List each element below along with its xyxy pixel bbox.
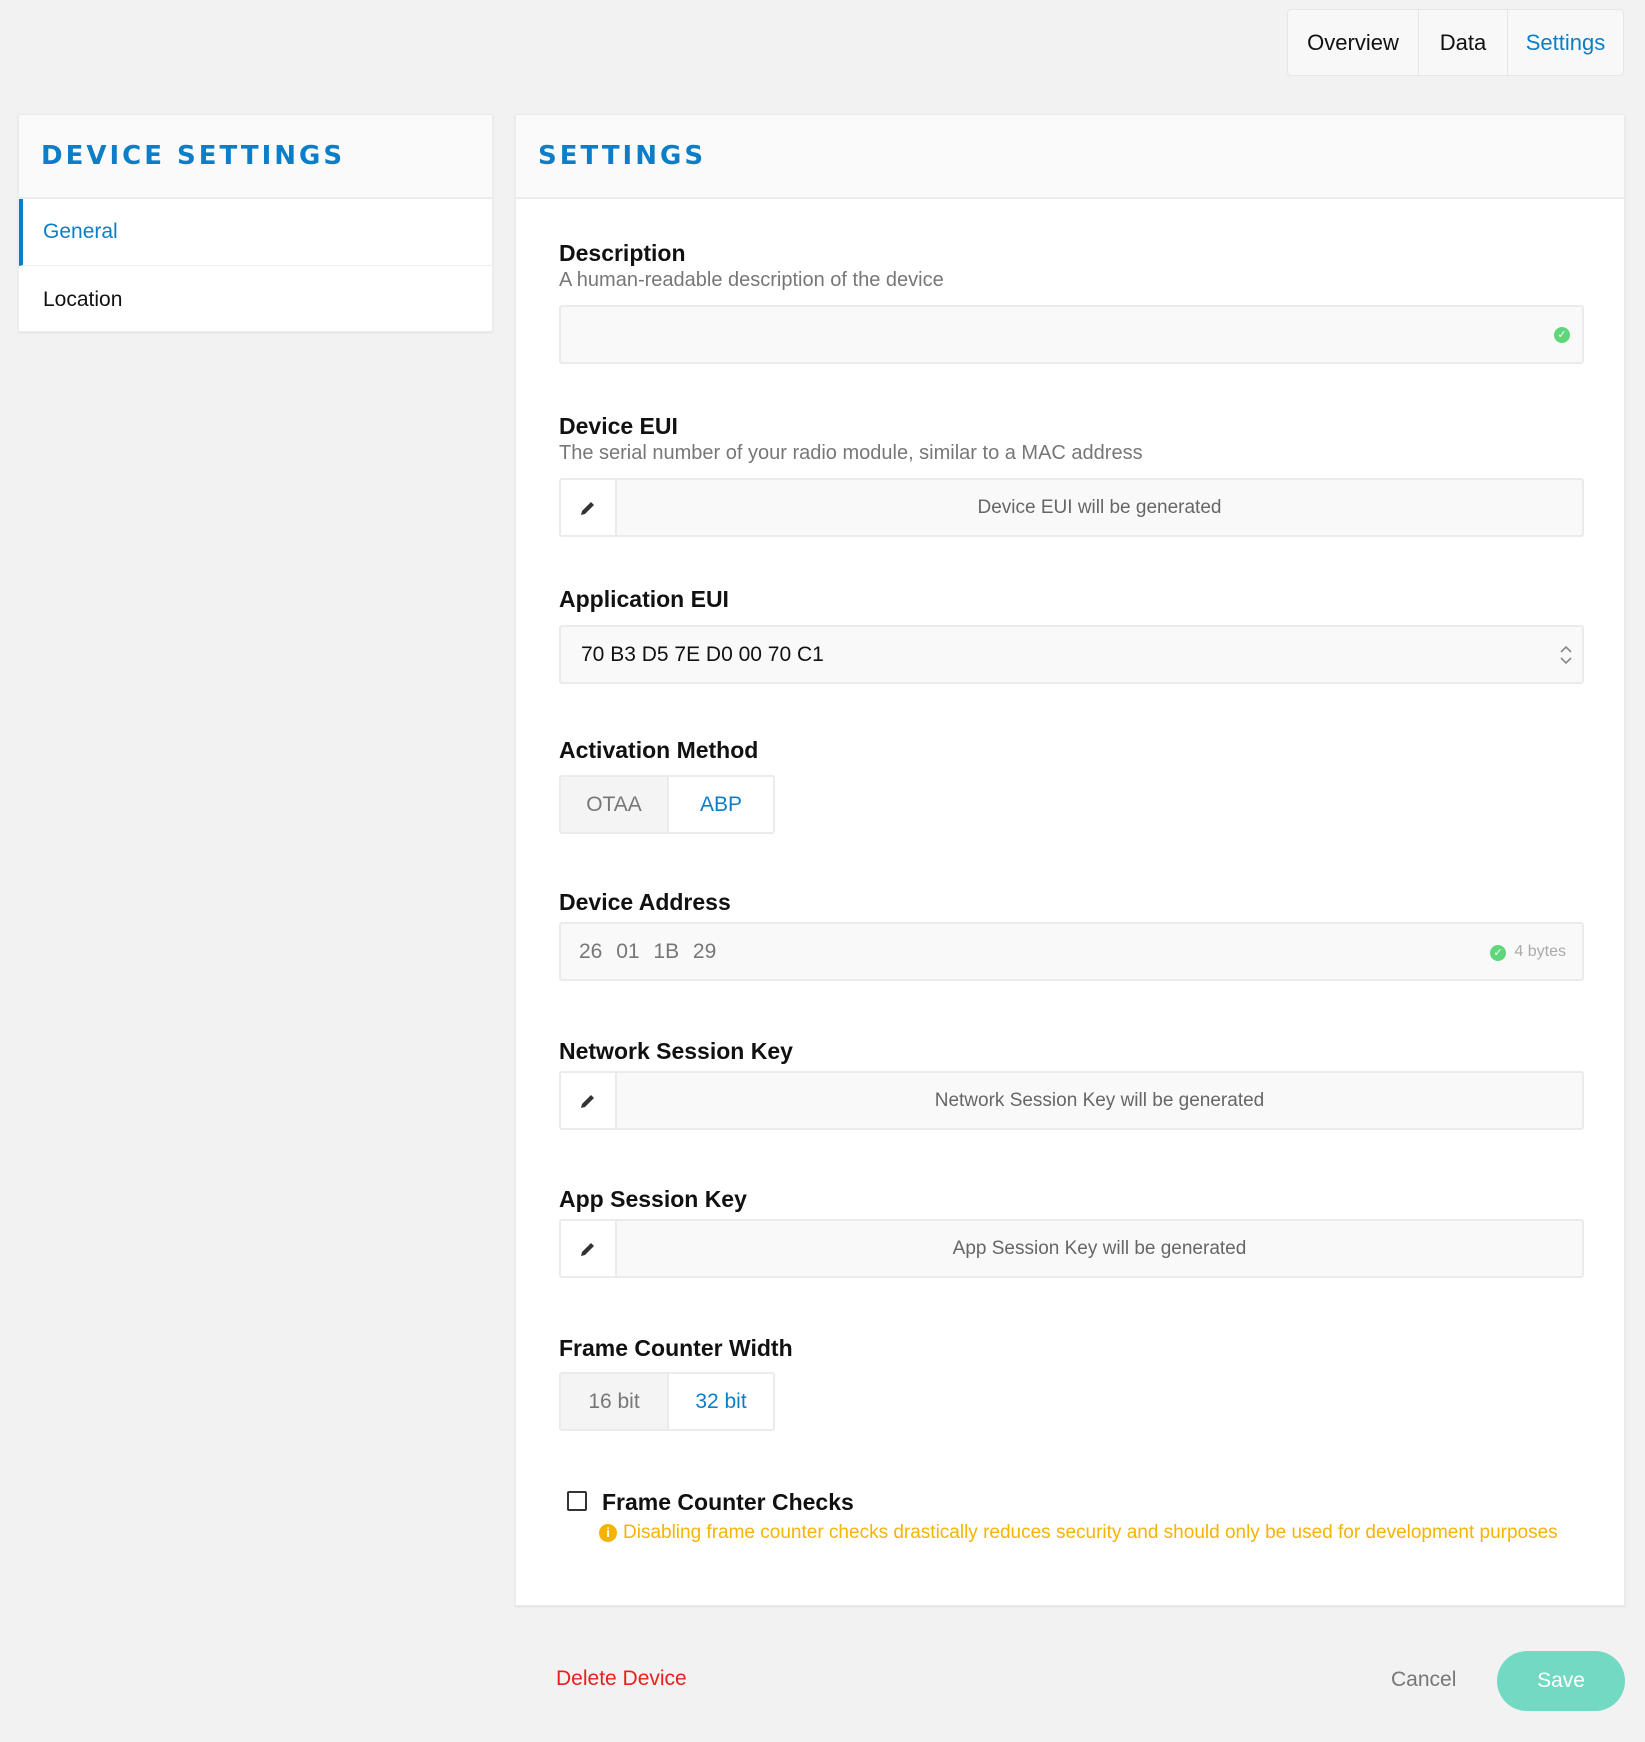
frame-counter-checks-label: Frame Counter Checks (602, 1489, 854, 1515)
app-session-key-label: App Session Key (559, 1186, 747, 1212)
frame-counter-warning-text: Disabling frame counter checks drastical… (623, 1522, 1558, 1543)
description-input[interactable] (561, 307, 1582, 362)
device-address-value: 26 01 1B 29 (579, 939, 717, 963)
delete-device-button[interactable]: Delete Device (556, 1667, 687, 1691)
frame-counter-checks-checkbox[interactable] (567, 1491, 587, 1511)
device-eui-input: Device EUI will be generated (559, 478, 1584, 537)
application-eui-select[interactable]: 70 B3 D5 7E D0 00 70 C1 (559, 625, 1584, 684)
32-bit-option[interactable]: 32 bit (667, 1374, 773, 1429)
description-field: Description A human-readable description… (559, 239, 1584, 364)
application-eui-field: Application EUI 70 B3 D5 7E D0 00 70 C1 (559, 585, 1584, 684)
sidebar-header: DEVICE SETTINGS (19, 115, 492, 199)
description-label: Description (559, 240, 686, 266)
settings-header: SETTINGS (516, 115, 1624, 199)
app-session-key-field: App Session Key App Session Key will be … (559, 1185, 1584, 1278)
description-help: A human-readable description of the devi… (559, 269, 944, 291)
sidebar-title: DEVICE SETTINGS (41, 141, 346, 171)
settings-card: SETTINGS Description A human-readable de… (515, 114, 1625, 1606)
check-circle-icon: ✓ (1554, 327, 1570, 343)
activation-method-toggle: OTAA ABP (559, 775, 775, 834)
device-address-label: Device Address (559, 889, 731, 915)
network-session-key-input: Network Session Key will be generated (559, 1071, 1584, 1130)
frame-counter-width-label: Frame Counter Width (559, 1335, 793, 1361)
sidebar-item-location[interactable]: Location (19, 266, 492, 333)
tab-overview[interactable]: Overview (1288, 10, 1419, 75)
description-input-box: ✓ (559, 305, 1584, 364)
network-session-key-field: Network Session Key Network Session Key … (559, 1037, 1584, 1130)
device-address-size-hint: 4 bytes (1514, 942, 1566, 960)
otaa-option[interactable]: OTAA (561, 777, 667, 832)
pencil-icon[interactable] (561, 480, 617, 535)
frame-counter-width-field: Frame Counter Width 16 bit 32 bit (559, 1334, 1584, 1431)
chevron-up-down-icon (1560, 645, 1572, 665)
save-button[interactable]: Save (1497, 1651, 1625, 1711)
abp-option[interactable]: ABP (667, 777, 773, 832)
device-eui-placeholder: Device EUI will be generated (977, 496, 1222, 518)
app-session-key-placeholder: App Session Key will be generated (952, 1237, 1247, 1259)
device-eui-help: The serial number of your radio module, … (559, 442, 1143, 464)
sidebar-item-general[interactable]: General (19, 199, 492, 266)
network-session-key-placeholder: Network Session Key will be generated (934, 1089, 1265, 1111)
frame-counter-warning: i Disabling frame counter checks drastic… (599, 1522, 1558, 1544)
activation-method-label: Activation Method (559, 737, 759, 763)
frame-counter-width-toggle: 16 bit 32 bit (559, 1372, 775, 1431)
device-eui-label: Device EUI (559, 413, 678, 439)
device-address-field: Device Address 26 01 1B 29 ✓ 4 bytes (559, 888, 1584, 981)
network-session-key-label: Network Session Key (559, 1038, 793, 1064)
app-session-key-input: App Session Key will be generated (559, 1219, 1584, 1278)
activation-method-field: Activation Method OTAA ABP (559, 736, 1584, 834)
info-circle-icon: i (599, 1524, 617, 1542)
application-eui-label: Application EUI (559, 586, 729, 612)
settings-title: SETTINGS (538, 141, 707, 171)
tab-data[interactable]: Data (1419, 10, 1508, 75)
check-circle-icon: ✓ (1490, 945, 1506, 961)
top-tab-bar: Overview Data Settings (1287, 9, 1624, 76)
device-address-input[interactable]: 26 01 1B 29 ✓ 4 bytes (559, 922, 1584, 981)
application-eui-value: 70 B3 D5 7E D0 00 70 C1 (581, 642, 824, 666)
device-settings-sidebar: DEVICE SETTINGS General Location (18, 114, 493, 332)
pencil-icon[interactable] (561, 1073, 617, 1128)
cancel-button[interactable]: Cancel (1391, 1668, 1456, 1692)
tab-settings[interactable]: Settings (1508, 10, 1623, 75)
device-eui-field: Device EUI The serial number of your rad… (559, 412, 1584, 537)
pencil-icon[interactable] (561, 1221, 617, 1276)
16-bit-option[interactable]: 16 bit (561, 1374, 667, 1429)
